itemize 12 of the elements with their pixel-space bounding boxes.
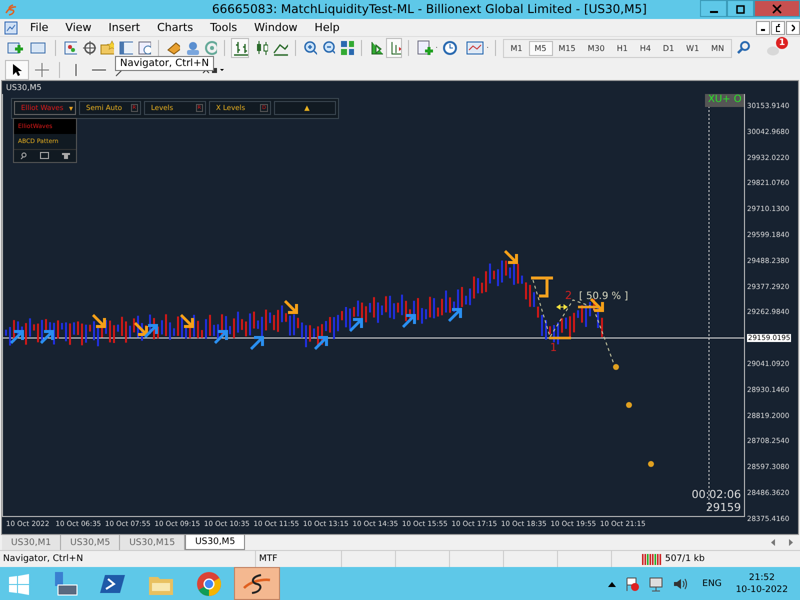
status-tag: XU+ O bbox=[705, 94, 744, 107]
wave-label: 1 bbox=[550, 341, 557, 354]
clock-time: 21:52 bbox=[748, 572, 775, 584]
wave-label: 2 bbox=[565, 289, 572, 302]
window-title: 66665083: MatchLiquidityTest-ML - Billionext Global Limited - [US30,M5] bbox=[212, 2, 647, 16]
clock-date: 10-10-2022 bbox=[736, 584, 788, 596]
countdown-timer: 00:02:06 bbox=[692, 488, 741, 501]
notification-badge: 1 bbox=[776, 37, 788, 49]
last-price: 29159 bbox=[706, 501, 741, 514]
traffic-label: 507/1 kb bbox=[665, 553, 705, 566]
retracement-label: [ 50.9 % ] bbox=[579, 291, 628, 302]
chart-title: US30,M5 bbox=[2, 81, 798, 94]
